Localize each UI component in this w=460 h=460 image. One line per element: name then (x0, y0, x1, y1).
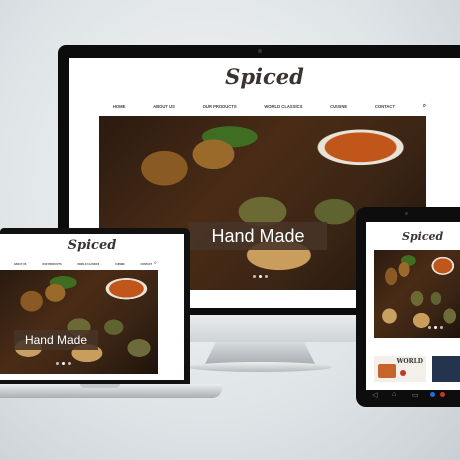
nav-item-home[interactable]: HOME (113, 104, 126, 109)
main-nav: ABOUT US OUR PRODUCTS WORLD CLASSICS CUI… (6, 260, 160, 268)
nav-item-contact[interactable]: CONTACT (375, 104, 395, 109)
nav-item-products[interactable]: OUR PRODUCTS (42, 263, 61, 266)
site-logo[interactable]: Spiced (0, 238, 184, 253)
home-icon[interactable]: ⌂ (392, 391, 396, 398)
promo-tile[interactable]: WORLD (374, 356, 426, 382)
promo-badge-icon (400, 370, 406, 376)
tablet-screen: Spiced WORLD (366, 222, 460, 390)
search-icon[interactable]: ⌕ (423, 103, 426, 110)
menu-icon[interactable]: ▭ (412, 391, 419, 399)
promo-tile-secondary[interactable] (432, 356, 460, 382)
hero-caption: Hand Made (189, 222, 327, 250)
nav-item-cuisine[interactable]: CUISINE (330, 104, 347, 109)
nav-item-about[interactable]: ABOUT US (153, 104, 175, 109)
nav-item-world-classics[interactable]: WORLD CLASSICS (77, 263, 99, 266)
promo-label: WORLD (396, 358, 423, 365)
search-icon[interactable]: ⌕ (154, 260, 157, 266)
laptop-screen: Spiced ABOUT US OUR PRODUCTS WORLD CLASS… (0, 234, 184, 380)
hero-caption: Hand Made (14, 330, 98, 350)
imac-stand (205, 342, 315, 364)
slider-dots[interactable] (56, 362, 71, 365)
hero-slide-image (374, 250, 460, 338)
promo-image (378, 364, 396, 378)
slider-dots[interactable] (253, 275, 268, 278)
logo-text: Spiced (67, 238, 117, 253)
back-icon[interactable]: ◁ (372, 391, 377, 399)
tablet-camera-icon (405, 212, 408, 215)
hero-caption-text: Hand Made (24, 333, 88, 347)
hero-caption-text: Hand Made (211, 226, 305, 246)
camera-icon (258, 49, 262, 53)
imac-base (188, 362, 332, 372)
logo-text: Spiced (225, 64, 304, 89)
site-logo[interactable]: Spiced (402, 230, 443, 243)
logo-text: Spiced (402, 230, 444, 243)
nav-item-cuisine[interactable]: CUISINE (115, 263, 125, 266)
site-logo[interactable]: Spiced (69, 64, 460, 89)
hero-slide-image (0, 270, 158, 374)
nav-item-about[interactable]: ABOUT US (14, 263, 26, 266)
app-icon[interactable] (440, 392, 445, 397)
nav-item-contact[interactable]: CONTACT (141, 263, 153, 266)
app-icon[interactable] (430, 392, 435, 397)
nav-item-products[interactable]: OUR PRODUCTS (203, 104, 237, 109)
main-nav: HOME ABOUT US OUR PRODUCTS WORLD CLASSIC… (99, 100, 440, 112)
slider-dots[interactable] (428, 326, 443, 329)
nav-item-world-classics[interactable]: WORLD CLASSICS (264, 104, 302, 109)
laptop-notch (80, 384, 120, 388)
